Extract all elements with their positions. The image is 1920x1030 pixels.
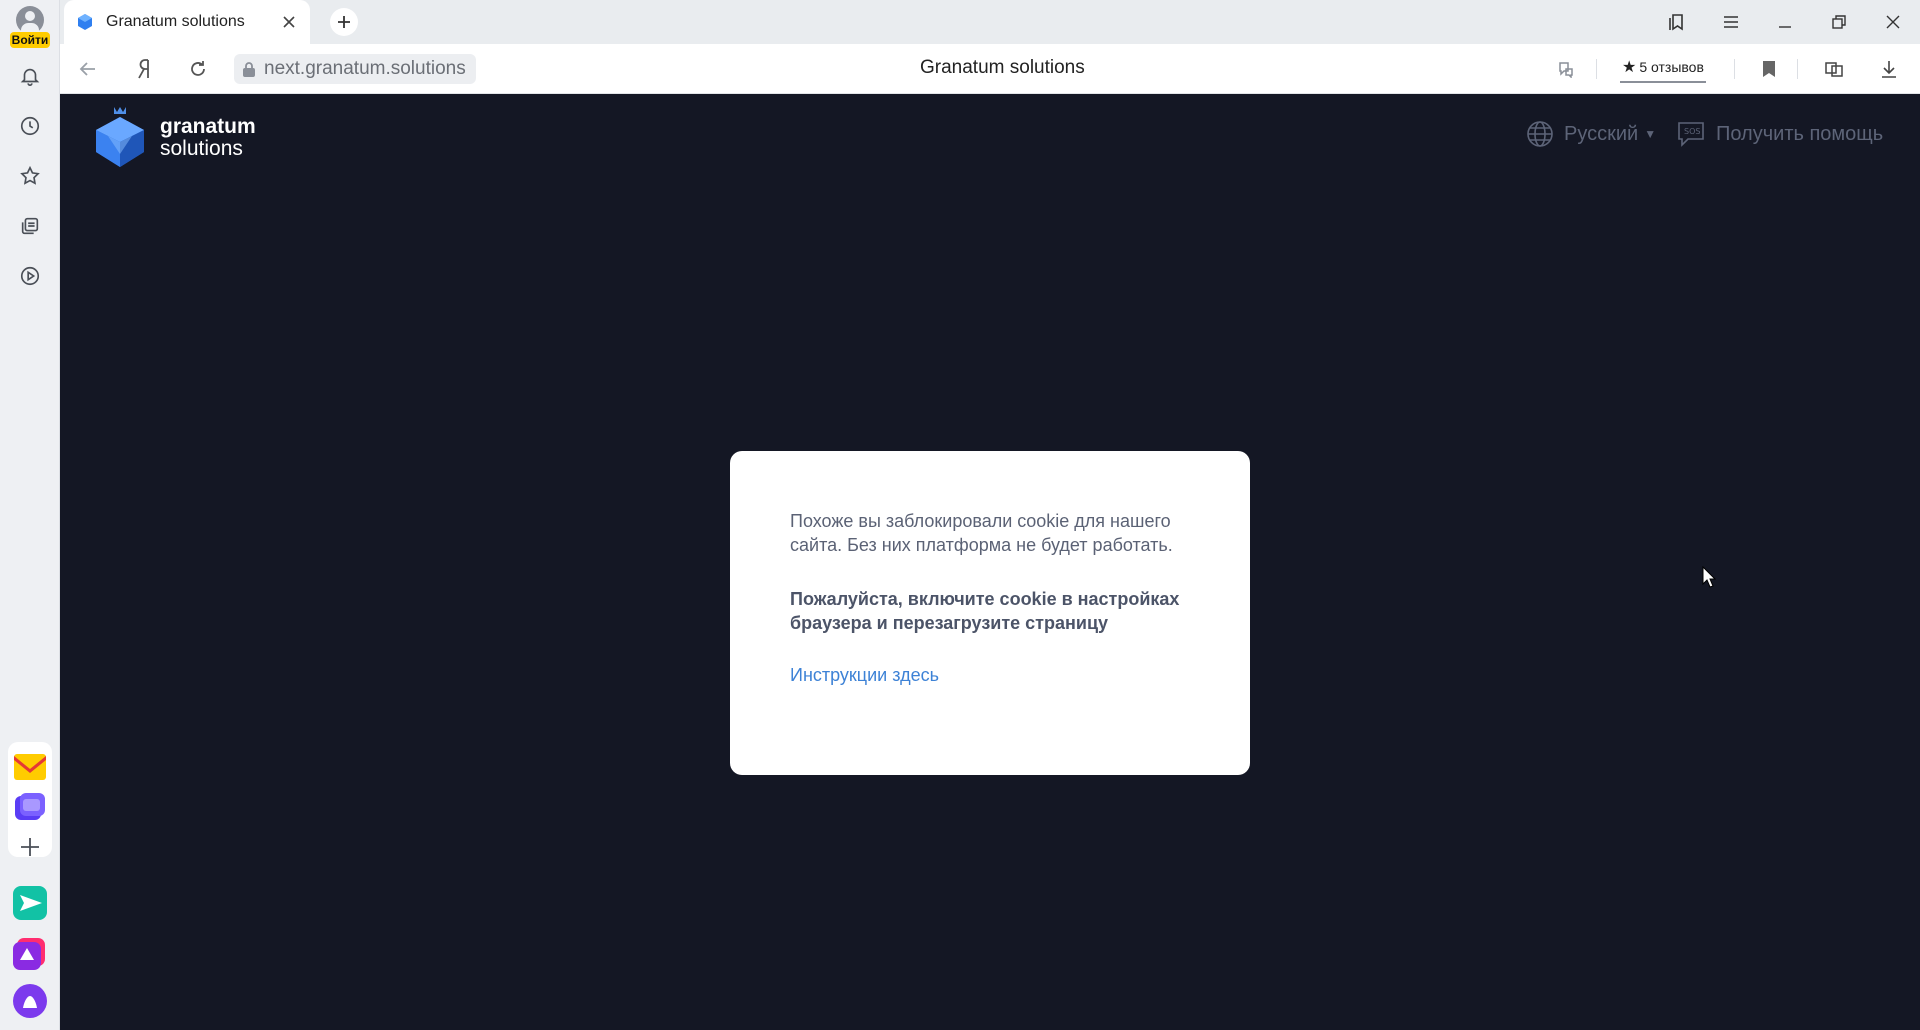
language-selector[interactable]: Русский ▼ bbox=[1526, 118, 1656, 150]
chevron-down-icon: ▼ bbox=[1644, 127, 1657, 141]
granatum-favicon-icon bbox=[78, 14, 92, 30]
collections-icon[interactable] bbox=[16, 212, 44, 240]
web-page: granatum solutions Русский ▼ SOS Получит… bbox=[60, 94, 1920, 1030]
toolbar-divider bbox=[1596, 59, 1597, 79]
globe-icon bbox=[1527, 121, 1553, 147]
play-icon[interactable] bbox=[16, 262, 44, 290]
downloads-icon[interactable] bbox=[1875, 55, 1903, 83]
svg-text:SOS: SOS bbox=[1684, 127, 1700, 136]
cookie-message: Похоже вы заблокировали cookie для нашег… bbox=[790, 511, 1173, 555]
yandex-logo-icon[interactable] bbox=[130, 55, 158, 83]
tab-strip: Granatum solutions bbox=[60, 0, 1920, 44]
cookie-warning-dialog: Похоже вы заблокировали cookie для нашег… bbox=[730, 451, 1250, 775]
history-icon[interactable] bbox=[16, 112, 44, 140]
page-title: Granatum solutions bbox=[920, 57, 1085, 78]
reload-button[interactable] bbox=[184, 55, 212, 83]
mail-app-icon[interactable] bbox=[13, 750, 47, 784]
menu-icon[interactable] bbox=[1717, 8, 1745, 36]
language-label: Русский bbox=[1564, 122, 1639, 145]
help-label: Получить помощь bbox=[1716, 122, 1884, 145]
tab-granatum[interactable]: Granatum solutions bbox=[64, 0, 310, 44]
reviews-star-icon: ★ bbox=[1622, 59, 1637, 76]
address-bar: next.granatum.solutions Granatum solutio… bbox=[60, 44, 1920, 94]
lock-icon bbox=[243, 62, 255, 77]
alice-app-icon[interactable] bbox=[13, 984, 47, 1018]
star-icon[interactable] bbox=[16, 162, 44, 190]
new-tab-button[interactable] bbox=[330, 8, 358, 36]
reviews-button[interactable]: ★ 5 отзывов bbox=[1620, 53, 1706, 83]
cookie-instruction: Пожалуйста, включите cookie в настройках… bbox=[790, 589, 1180, 633]
user-avatar-icon bbox=[16, 6, 44, 34]
add-app-icon[interactable] bbox=[13, 830, 47, 864]
back-button[interactable] bbox=[74, 55, 102, 83]
logo-line1: granatum bbox=[160, 115, 256, 138]
send-app-icon[interactable] bbox=[13, 886, 47, 920]
reviews-label: 5 отзывов bbox=[1639, 59, 1704, 75]
browser-sidebar: Войти bbox=[0, 0, 60, 1030]
toolbar-divider bbox=[1734, 59, 1735, 79]
messenger-app-icon[interactable] bbox=[13, 790, 47, 824]
mouse-cursor-icon bbox=[1702, 566, 1716, 588]
protect-icon[interactable] bbox=[1820, 55, 1848, 83]
help-button[interactable]: SOS Получить помощь bbox=[1676, 118, 1883, 150]
bookmark-icon[interactable] bbox=[1755, 55, 1783, 83]
login-badge[interactable]: Войти bbox=[10, 32, 50, 48]
close-window-icon[interactable] bbox=[1879, 8, 1907, 36]
instructions-link[interactable]: Инструкции здесь bbox=[790, 665, 939, 686]
bell-icon[interactable] bbox=[16, 62, 44, 90]
bookmarks-panel-icon[interactable] bbox=[1663, 8, 1691, 36]
translate-icon[interactable] bbox=[1552, 55, 1580, 83]
tab-title: Granatum solutions bbox=[106, 13, 245, 30]
logo-line2: solutions bbox=[160, 137, 243, 160]
music-app-icon[interactable] bbox=[13, 936, 47, 970]
toolbar-divider bbox=[1797, 59, 1798, 79]
url-field[interactable]: next.granatum.solutions bbox=[234, 54, 476, 84]
minimize-icon[interactable] bbox=[1771, 8, 1799, 36]
profile-button[interactable]: Войти bbox=[10, 6, 50, 50]
close-tab-icon[interactable] bbox=[280, 13, 298, 31]
sos-chat-icon: SOS bbox=[1678, 122, 1704, 147]
url-text: next.granatum.solutions bbox=[264, 58, 466, 79]
granatum-logo[interactable]: granatum solutions bbox=[92, 104, 292, 172]
granatum-gem-icon bbox=[96, 107, 144, 167]
restore-icon[interactable] bbox=[1825, 8, 1853, 36]
